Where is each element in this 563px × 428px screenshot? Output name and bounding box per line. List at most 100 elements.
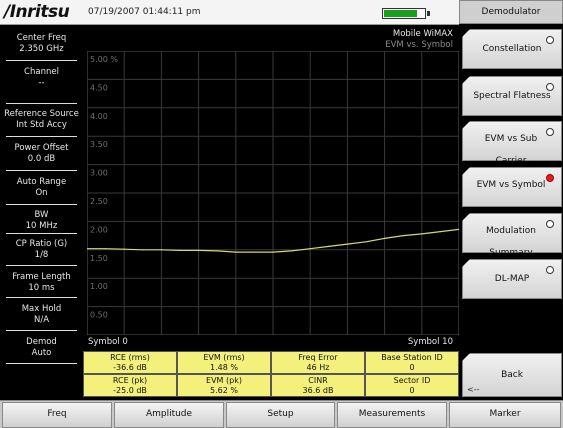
radio-icon <box>546 36 554 44</box>
softkey-label: EVM vs Symbol <box>476 180 546 190</box>
evm-vs-symbol-chart: 5.00 % 4.50 4.00 3.50 3.00 2.50 2.00 1.50 1.00 0.… <box>87 51 459 335</box>
left-parameter-panel: Center Freq 2.350 GHz Channel -- Reference… <box>0 25 83 400</box>
y-tick-label: 4.50 <box>90 83 108 92</box>
evm-vs-sub-carrier-button[interactable]: EVM vs Sub Carrier <box>462 121 562 161</box>
divider <box>6 297 77 298</box>
trace-point <box>365 241 367 243</box>
trace-point <box>253 251 255 253</box>
bottom-menu-bar: Freq Amplitude Setup Measurements Marker <box>0 400 563 428</box>
divider <box>6 363 77 364</box>
divider <box>6 170 77 171</box>
y-tick-label: 5.00 % <box>90 55 118 64</box>
trace-point <box>421 233 423 235</box>
trace-point <box>309 248 311 250</box>
result-evm-rms: EVM (rms) 1.48 % <box>177 351 271 374</box>
divider <box>6 136 77 137</box>
view-label: EVM vs. Symbol <box>385 40 453 50</box>
divider <box>6 60 77 61</box>
y-tick-label: 3.50 <box>90 140 108 149</box>
marker-menu-button[interactable]: Marker <box>449 402 561 428</box>
trace-point <box>123 248 125 250</box>
constellation-button[interactable]: Constellation <box>462 29 562 69</box>
softkey-label: EVM vs Sub Carrier <box>484 134 538 166</box>
anritsu-logo: /Inritsu <box>4 2 70 22</box>
divider <box>6 103 77 104</box>
menu-title: Demodulator <box>459 0 563 24</box>
trace-point <box>328 245 330 247</box>
result-freq-error: Freq Error 46 Hz <box>271 351 365 374</box>
radio-selected-icon <box>546 174 554 182</box>
y-tick-label: 2.50 <box>90 197 108 206</box>
graph-header: Mobile WiMAX EVM vs. Symbol <box>83 25 459 51</box>
battery-icon <box>382 8 426 19</box>
radio-icon <box>546 266 554 274</box>
freq-menu-button[interactable]: Freq <box>2 402 112 428</box>
radio-icon <box>546 128 554 136</box>
y-tick-label: 1.00 <box>90 282 108 291</box>
trace-point <box>198 249 200 251</box>
param-power-offset: Power Offset 0.0 dB <box>14 143 69 164</box>
results-table: RCE (rms) -36.6 dB EVM (rms) 1.48 % Freq E… <box>83 351 459 397</box>
spectrum-analyzer-screen: { "header": { "brand": "/Inritsu", "date… <box>0 0 563 428</box>
param-channel: Channel -- <box>24 67 59 88</box>
trace-point <box>384 237 386 240</box>
date-time: 07/19/2007 01:44:11 pm <box>88 7 201 17</box>
result-base-station-id: Base Station ID 0 <box>365 351 459 374</box>
param-frame-length: Frame Length 10 ms <box>12 272 71 293</box>
trace-point <box>142 249 144 251</box>
softkey-label: Modulation Summary <box>486 226 536 258</box>
param-reference-source: Reference Source Int Std Accy <box>4 109 79 130</box>
measurements-menu-button[interactable]: Measurements <box>337 402 447 428</box>
trace-point <box>105 248 107 250</box>
evm-vs-symbol-button[interactable]: EVM vs Symbol <box>462 167 562 207</box>
trace-point <box>160 249 162 251</box>
title-bar: /Inritsu 07/19/2007 01:44:11 pm <box>0 0 459 25</box>
dl-map-button[interactable]: DL-MAP <box>462 259 562 299</box>
back-arrow-icon: <-- <box>467 385 480 394</box>
y-tick-label: 1.50 <box>90 254 108 263</box>
y-tick-label: 2.00 <box>90 225 108 234</box>
result-sector-id: Sector ID 0 <box>365 374 459 397</box>
x-end-label: Symbol 10 <box>407 337 453 347</box>
radio-icon <box>546 220 554 228</box>
result-rce-pk: RCE (pk) -25.0 dB <box>83 374 177 397</box>
setup-menu-button[interactable]: Setup <box>226 402 335 428</box>
y-tick-label: 0.50 <box>90 311 108 320</box>
param-bw: BW 10 MHz <box>25 210 58 231</box>
trace-point <box>439 231 441 233</box>
softkey-panel: Demodulator Constellation Spectral Flatn… <box>459 0 563 400</box>
param-demod: Demod Auto <box>26 337 57 358</box>
softkey-label: DL-MAP <box>494 274 530 284</box>
param-auto-range: Auto Range On <box>16 177 67 198</box>
param-max-hold: Max Hold N/A <box>21 304 62 325</box>
back-label: Back <box>501 370 523 380</box>
result-evm-pk: EVM (pk) 5.62 % <box>177 374 271 397</box>
y-tick-label: 4.00 <box>90 112 108 121</box>
param-center-freq: Center Freq 2.350 GHz <box>16 33 67 54</box>
battery-level <box>384 10 417 17</box>
trace-point <box>179 249 181 251</box>
divider <box>6 330 77 331</box>
trace-point <box>291 250 293 252</box>
trace-point <box>346 243 348 245</box>
modulation-summary-button[interactable]: Modulation Summary <box>462 213 562 253</box>
spectral-flatness-button[interactable]: Spectral Flatness <box>462 76 562 116</box>
trace-point <box>216 250 218 252</box>
mode-label: Mobile WiMAX <box>392 29 453 39</box>
trace-point <box>402 235 404 237</box>
softkey-label: Spectral Flatness <box>473 91 551 101</box>
back-button[interactable]: Back <-- <box>462 353 562 397</box>
divider <box>6 204 77 205</box>
x-start-label: Symbol 0 <box>88 337 128 347</box>
battery-tip <box>427 11 430 16</box>
x-axis-labels: Symbol 0 Symbol 10 <box>83 333 459 349</box>
divider <box>6 265 77 266</box>
y-tick-label: 3.00 <box>90 169 108 178</box>
divider <box>6 233 77 234</box>
param-cp-ratio: CP Ratio (G) 1/8 <box>15 239 68 260</box>
radio-icon <box>546 83 554 91</box>
result-cinr: CINR 36.6 dB <box>271 374 365 397</box>
amplitude-menu-button[interactable]: Amplitude <box>114 402 224 428</box>
softkey-label: Constellation <box>482 44 542 54</box>
trace-point <box>235 251 237 253</box>
